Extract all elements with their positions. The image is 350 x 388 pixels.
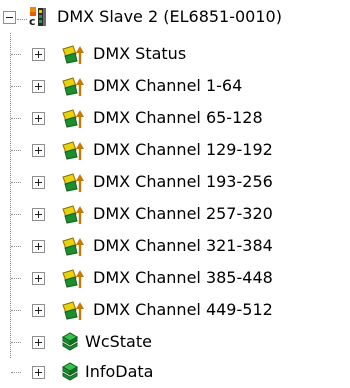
tree-node-dmx-channel-193-256[interactable]: DMX Channel 193-256 bbox=[11, 167, 273, 197]
output-channel-icon bbox=[61, 43, 87, 65]
tree-node-dmx-channel-129-192[interactable]: DMX Channel 129-192 bbox=[11, 135, 273, 165]
expand-toggle[interactable] bbox=[32, 79, 45, 93]
node-label: DMX Channel 1-64 bbox=[93, 76, 243, 95]
tree-node-dmx-channel-385-448[interactable]: DMX Channel 385-448 bbox=[11, 263, 273, 293]
tree-connector bbox=[11, 150, 21, 151]
output-channel-icon bbox=[61, 139, 87, 161]
expand-toggle[interactable] bbox=[32, 143, 45, 157]
tree-node-dmx-channel-65-128[interactable]: DMX Channel 65-128 bbox=[11, 103, 263, 133]
node-label: DMX Slave 2 (EL6851-0010) bbox=[57, 7, 282, 26]
tree-node-infodata[interactable]: InfoData bbox=[11, 357, 154, 387]
output-channel-icon bbox=[61, 267, 87, 289]
ethercat-terminal-icon: c bbox=[27, 6, 49, 28]
output-channel-icon bbox=[61, 299, 87, 321]
tree-connector bbox=[17, 19, 27, 20]
node-label: DMX Channel 385-448 bbox=[93, 268, 273, 287]
tree-node-dmx-slave-2[interactable]: c DMX Slave 2 (EL6851-0010) bbox=[0, 2, 282, 32]
tree-connector bbox=[11, 246, 21, 247]
tree-node-dmx-channel-449-512[interactable]: DMX Channel 449-512 bbox=[11, 295, 273, 325]
tree-node-dmx-channel-1-64[interactable]: DMX Channel 1-64 bbox=[11, 71, 243, 101]
collapse-toggle[interactable] bbox=[3, 10, 16, 24]
tree-connector bbox=[11, 214, 21, 215]
expand-toggle[interactable] bbox=[32, 335, 45, 349]
tree-node-dmx-channel-321-384[interactable]: DMX Channel 321-384 bbox=[11, 231, 273, 261]
output-channel-icon bbox=[61, 75, 87, 97]
tree-connector bbox=[11, 372, 21, 373]
expand-toggle[interactable] bbox=[32, 175, 45, 189]
expand-toggle[interactable] bbox=[32, 47, 45, 61]
tree-node-dmx-status[interactable]: DMX Status bbox=[11, 39, 187, 69]
tree-connector bbox=[11, 118, 21, 119]
expand-toggle[interactable] bbox=[32, 303, 45, 317]
green-variable-icon bbox=[61, 331, 79, 353]
expand-toggle[interactable] bbox=[32, 239, 45, 253]
tree-connector bbox=[11, 86, 21, 87]
tree-node-dmx-channel-257-320[interactable]: DMX Channel 257-320 bbox=[11, 199, 273, 229]
tree-node-wcstate[interactable]: WcState bbox=[11, 327, 152, 357]
green-variable-icon bbox=[61, 361, 79, 383]
expand-toggle[interactable] bbox=[32, 207, 45, 221]
tree-connector bbox=[11, 310, 21, 311]
tree-connector bbox=[11, 182, 21, 183]
output-channel-icon bbox=[61, 203, 87, 225]
output-channel-icon bbox=[61, 235, 87, 257]
tree-connector bbox=[11, 54, 21, 55]
expand-toggle[interactable] bbox=[32, 111, 45, 125]
output-channel-icon bbox=[61, 171, 87, 193]
expand-toggle[interactable] bbox=[32, 271, 45, 285]
io-tree: c DMX Slave 2 (EL6851-0010) DMX Status D… bbox=[0, 0, 350, 388]
expand-toggle[interactable] bbox=[32, 365, 45, 379]
node-label: DMX Status bbox=[93, 44, 187, 63]
output-channel-icon bbox=[61, 107, 87, 129]
tree-connector bbox=[11, 278, 21, 279]
node-label: DMX Channel 449-512 bbox=[93, 300, 273, 319]
svg-text:c: c bbox=[29, 15, 36, 28]
node-label: DMX Channel 65-128 bbox=[93, 108, 263, 127]
node-label: DMX Channel 321-384 bbox=[93, 236, 273, 255]
node-label: WcState bbox=[85, 332, 152, 351]
node-label: DMX Channel 257-320 bbox=[93, 204, 273, 223]
tree-connector bbox=[11, 342, 21, 343]
node-label: InfoData bbox=[85, 362, 154, 381]
node-label: DMX Channel 129-192 bbox=[93, 140, 273, 159]
node-label: DMX Channel 193-256 bbox=[93, 172, 273, 191]
